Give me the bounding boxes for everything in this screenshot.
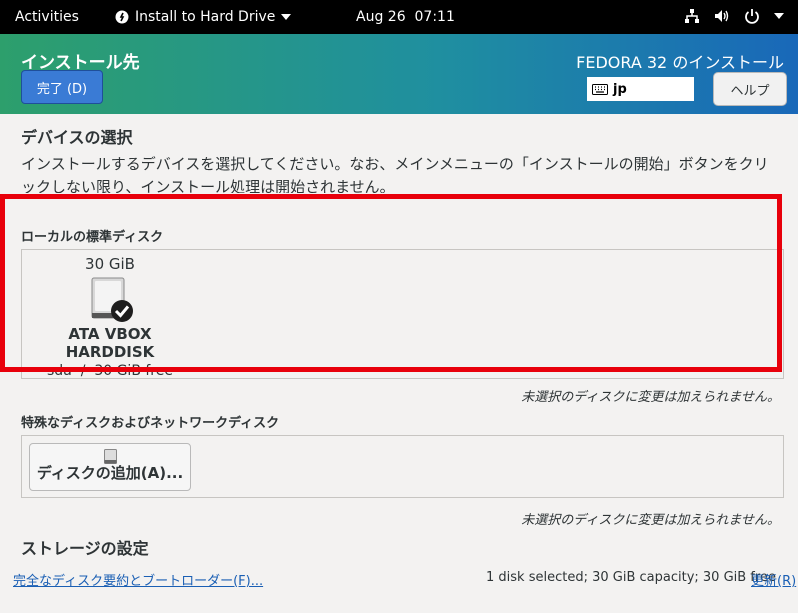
help-button[interactable]: ヘルプ <box>713 72 787 106</box>
app-menu[interactable]: Install to Hard Drive <box>115 9 292 25</box>
spoke-header: インストール先 完了 (D) FEDORA 32 のインストール jp ヘルプ <box>0 34 798 114</box>
keyboard-icon <box>592 83 608 95</box>
storage-configuration-heading: ストレージの設定 <box>21 539 149 558</box>
done-button[interactable]: 完了 (D) <box>21 70 103 104</box>
keyboard-layout-label: jp <box>613 81 627 97</box>
disk-device: sda <box>47 363 72 379</box>
disk-separator: / <box>80 363 86 379</box>
disk-size: 30 GiB <box>85 255 135 273</box>
keyboard-layout-indicator[interactable]: jp <box>587 77 694 101</box>
activities-button[interactable]: Activities <box>15 9 79 25</box>
volume-icon <box>714 8 730 24</box>
clock-date: Aug 26 <box>356 9 406 25</box>
product-title: FEDORA 32 のインストール <box>576 53 784 72</box>
device-selection-heading: デバイスの選択 <box>21 128 133 147</box>
disk-name: ATA VBOX HARDDISK <box>65 325 155 361</box>
top-bar: Activities Install to Hard Drive Aug 26 … <box>0 0 798 34</box>
clock-time: 07:11 <box>414 9 455 25</box>
clock[interactable]: Aug 26 07:11 <box>356 9 455 25</box>
local-disks-label: ローカルの標準ディスク <box>21 230 164 245</box>
system-tray[interactable] <box>684 8 784 24</box>
harddisk-icon <box>90 277 133 322</box>
app-menu-label: Install to Hard Drive <box>135 9 276 25</box>
specialized-disks-label: 特殊なディスクおよびネットワークディスク <box>21 416 280 431</box>
power-icon <box>744 8 760 24</box>
network-icon <box>684 8 700 24</box>
full-disk-summary-link[interactable]: 完全なディスク要約とブートローダー(F)... <box>13 570 263 589</box>
disk-free: 30 GiB free <box>94 363 173 379</box>
chevron-down-icon <box>774 12 784 20</box>
local-disks-note: 未選択のディスクに変更は加えられません。 <box>521 390 780 405</box>
installer-icon <box>115 10 129 24</box>
add-disk-button[interactable]: ディスクの追加(A)... <box>29 443 191 491</box>
storage-summary: 1 disk selected; 30 GiB capacity; 30 GiB… <box>486 570 776 585</box>
add-disk-label: ディスクの追加(A)... <box>36 464 184 482</box>
disk-info: sda / 30 GiB free <box>25 363 195 379</box>
chevron-down-icon <box>281 13 292 21</box>
refresh-link[interactable]: 更新(R) <box>751 570 796 589</box>
device-selection-description: インストールするデバイスを選択してください。なお、メインメニューの「インストール… <box>21 155 769 193</box>
specialized-disks-note: 未選択のディスクに変更は加えられません。 <box>521 513 780 528</box>
disk-sda[interactable]: 30 GiB ATA VBOX HARDDISK sda / 30 GiB fr… <box>25 255 195 379</box>
